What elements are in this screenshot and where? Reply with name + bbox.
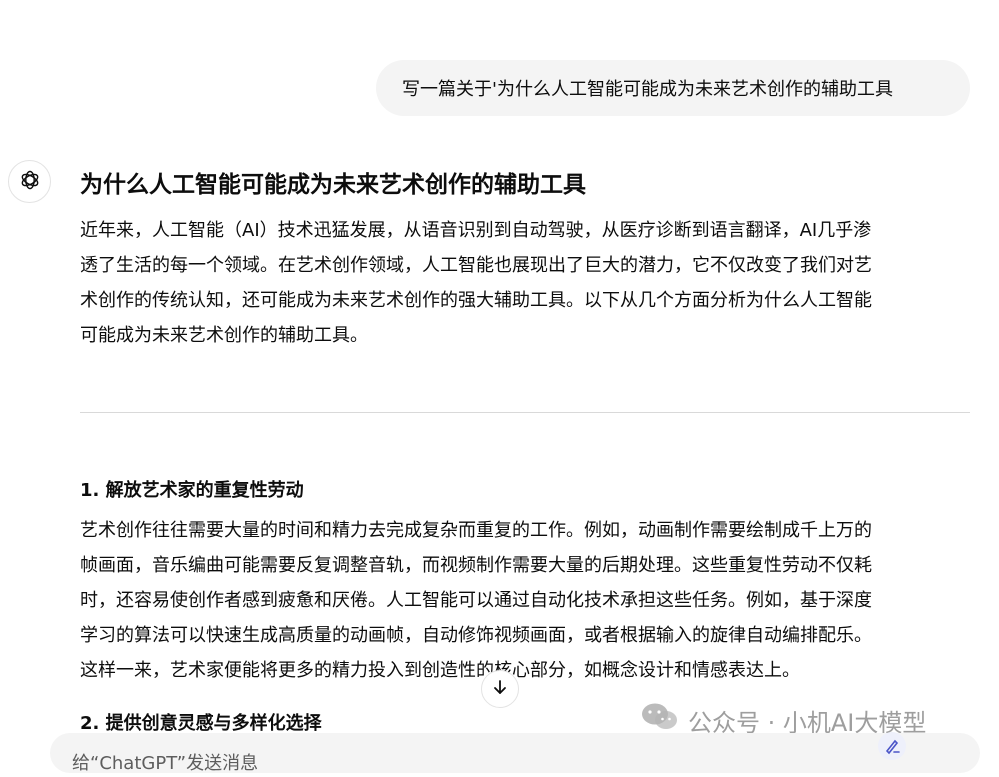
- pen-icon: [878, 732, 906, 760]
- section-divider: [80, 412, 970, 413]
- answer-title: 为什么人工智能可能成为未来艺术创作的辅助工具: [80, 172, 586, 198]
- assistant-avatar: [8, 160, 51, 203]
- section-1-line: 时，还容易使创作者感到疲惫和厌倦。人工智能可以通过自动化技术承担这些任务。例如，…: [80, 590, 872, 611]
- intro-line: 透了生活的每一个领域。在艺术创作领域，人工智能也展现出了巨大的潜力，它不仅改变了…: [80, 255, 872, 276]
- section-1-heading: 1. 解放艺术家的重复性劳动: [80, 480, 304, 501]
- scroll-to-bottom-button[interactable]: [481, 670, 519, 708]
- section-1-line: 艺术创作往往需要大量的时间和精力去完成复杂而重复的工作。例如，动画制作需要绘制成…: [80, 520, 872, 541]
- intro-line: 可能成为未来艺术创作的辅助工具。: [80, 325, 368, 346]
- message-composer[interactable]: [50, 733, 980, 777]
- arrow-down-icon: [491, 678, 509, 700]
- section-1-line: 这样一来，艺术家便能将更多的精力投入到创造性的核心部分，如概念设计和情感表达上。: [80, 660, 800, 681]
- assistant-answer: 为什么人工智能可能成为未来艺术创作的辅助工具: [80, 168, 970, 202]
- user-message-text: 写一篇关于'为什么人工智能可能成为未来艺术创作的辅助工具: [402, 79, 893, 100]
- intro-line: 近年来，人工智能（AI）技术迅猛发展，从语音识别到自动驾驶，从医疗诊断到语言翻译…: [80, 220, 872, 241]
- user-message-bubble: 写一篇关于'为什么人工智能可能成为未来艺术创作的辅助工具: [376, 60, 970, 116]
- section-1-line: 帧画面，音乐编曲可能需要反复调整音轨，而视频制作需要大量的后期处理。这些重复性劳…: [80, 555, 872, 576]
- message-input[interactable]: [70, 749, 854, 777]
- intro-line: 术创作的传统认知，还可能成为未来艺术创作的强大辅助工具。以下从几个方面分析为什么…: [80, 290, 872, 311]
- intro-paragraph: 近年来，人工智能（AI）技术迅猛发展，从语音识别到自动驾驶，从医疗诊断到语言翻译…: [80, 213, 970, 353]
- openai-logo-icon: [18, 168, 42, 196]
- section-1-paragraph: 艺术创作往往需要大量的时间和精力去完成复杂而重复的工作。例如，动画制作需要绘制成…: [80, 513, 970, 688]
- section-1-line: 学习的算法可以快速生成高质量的动画帧，自动修饰视频画面，或者根据输入的旋律自动编…: [80, 625, 872, 646]
